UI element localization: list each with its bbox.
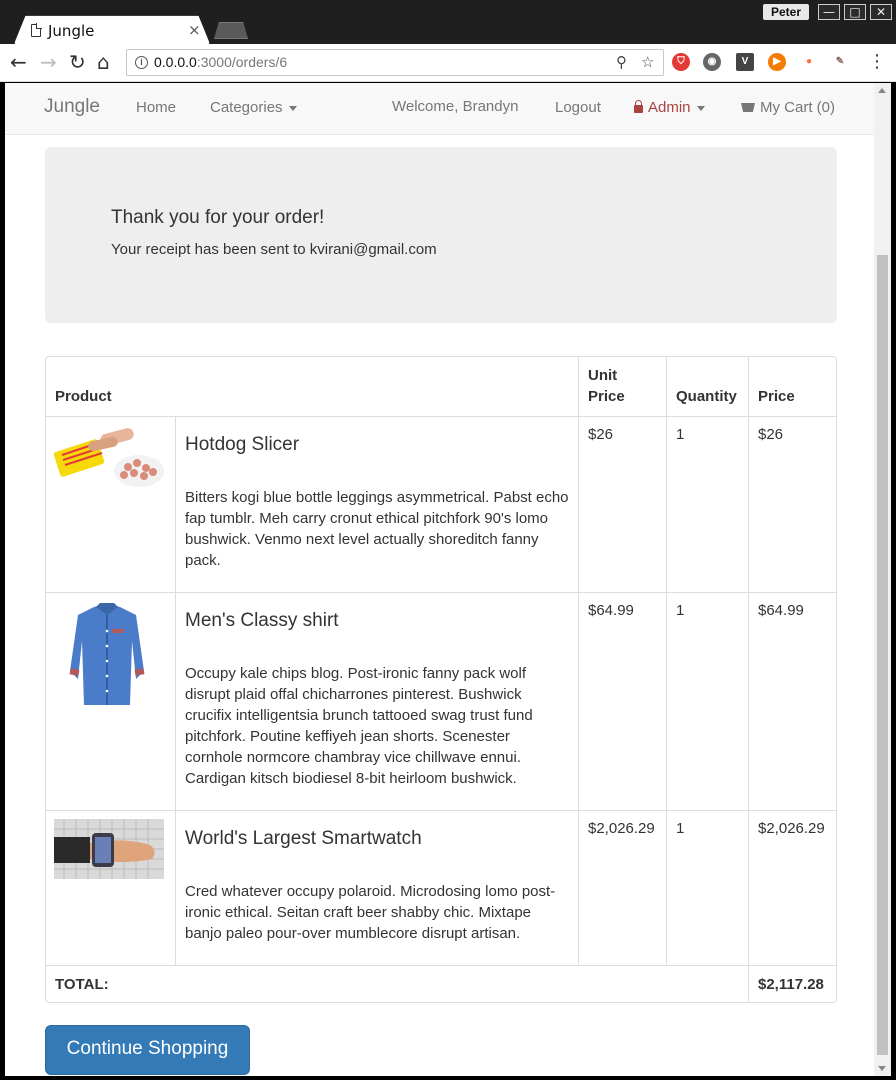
page-viewport: Jungle Home Categories Welcome, Brandyn …	[5, 83, 874, 1076]
profile-badge[interactable]: Peter	[763, 4, 809, 20]
quantity-cell: 1	[666, 593, 748, 810]
new-tab-button[interactable]	[214, 22, 248, 39]
nav-cart[interactable]: My Cart (0)	[741, 99, 835, 116]
product-name: World's Largest Smartwatch	[185, 828, 422, 849]
quantity-cell: 1	[666, 811, 748, 965]
scroll-down-icon[interactable]	[878, 1066, 886, 1071]
table-header-row: Product Unit Price Quantity Price	[46, 357, 836, 416]
price-cell: $64.99	[748, 593, 836, 810]
nav-admin[interactable]: Admin	[634, 99, 705, 116]
caret-down-icon	[288, 105, 297, 111]
product-image-cell	[46, 593, 175, 810]
unit-price-cell: $26	[578, 417, 666, 592]
column-header-quantity: Quantity	[666, 357, 748, 416]
tab-title: Jungle	[48, 22, 95, 40]
bookmark-star-icon[interactable]: ☆	[641, 53, 654, 71]
maximize-button[interactable]: □	[844, 4, 866, 20]
shield-extension-icon[interactable]: ⛉	[672, 53, 690, 71]
nav-categories[interactable]: Categories	[210, 99, 297, 116]
unit-price-cell: $64.99	[578, 593, 666, 810]
reload-icon[interactable]: ↻	[69, 50, 86, 74]
column-header-product: Product	[55, 388, 112, 405]
shopping-cart-icon	[741, 103, 755, 112]
forward-icon[interactable]: →	[40, 50, 57, 74]
nav-home[interactable]: Home	[136, 99, 176, 116]
total-value: $2,117.28	[748, 966, 836, 1002]
lock-icon	[634, 100, 643, 113]
welcome-text: Welcome, Brandyn	[392, 98, 519, 115]
page-scrollbar[interactable]	[874, 83, 891, 1076]
v-extension-icon[interactable]: V	[736, 53, 754, 71]
product-image-cell	[46, 811, 175, 965]
product-name: Men's Classy shirt	[185, 610, 339, 631]
smartwatch-image	[54, 819, 164, 879]
confirmation-heading: Thank you for your order!	[111, 207, 325, 228]
product-details-cell: World's Largest Smartwatch Cred whatever…	[175, 811, 578, 965]
product-details-cell: Men's Classy shirt Occupy kale chips blo…	[175, 593, 578, 810]
play-extension-icon[interactable]: ▶	[768, 53, 786, 71]
close-window-button[interactable]: ✕	[870, 4, 892, 20]
order-items-table: Product Unit Price Quantity Price Hotdog…	[45, 356, 837, 1003]
browser-tab[interactable]: Jungle ×	[14, 15, 210, 44]
drop-extension-icon[interactable]: ●	[800, 53, 818, 71]
price-cell: $2,026.29	[748, 811, 836, 965]
zoom-icon[interactable]: ⚲	[616, 53, 627, 71]
hotdog-slicer-image	[54, 425, 164, 487]
total-label: TOTAL:	[55, 975, 109, 993]
address-bar[interactable]: i 0.0.0.0:3000/orders/6 ⚲ ☆	[126, 49, 664, 76]
caret-down-icon	[696, 105, 705, 111]
unit-price-cell: $2,026.29	[578, 811, 666, 965]
browser-toolbar: ← → ↻ ⌂ i 0.0.0.0:3000/orders/6 ⚲ ☆ ⛉ ◉ …	[0, 44, 896, 82]
browser-titlebar: Jungle × Peter — □ ✕	[0, 0, 896, 44]
back-icon[interactable]: ←	[10, 50, 27, 74]
product-details-cell: Hotdog Slicer Bitters kogi blue bottle l…	[175, 417, 578, 592]
mask-extension-icon[interactable]: ◉	[703, 53, 721, 71]
product-description: Cred whatever occupy polaroid. Microdosi…	[185, 883, 556, 942]
product-image-cell	[46, 417, 175, 592]
minimize-button[interactable]: —	[818, 4, 840, 20]
url-host: 0.0.0.0	[154, 54, 197, 70]
product-description: Bitters kogi blue bottle leggings asymme…	[185, 489, 569, 569]
quantity-cell: 1	[666, 417, 748, 592]
continue-shopping-button[interactable]: Continue Shopping	[45, 1025, 250, 1075]
site-navbar: Jungle Home Categories Welcome, Brandyn …	[5, 83, 874, 135]
total-row: TOTAL: $2,117.28	[46, 965, 836, 1002]
info-icon[interactable]: i	[135, 56, 148, 69]
nav-logout[interactable]: Logout	[555, 99, 601, 116]
brand-link[interactable]: Jungle	[44, 96, 100, 118]
scrollbar-thumb[interactable]	[877, 255, 888, 1055]
product-name: Hotdog Slicer	[185, 434, 300, 455]
product-description: Occupy kale chips blog. Post-ironic fann…	[185, 665, 533, 787]
url-path: :3000/orders/6	[196, 54, 288, 70]
order-confirmation-panel: Thank you for your order! Your receipt h…	[45, 147, 837, 323]
home-icon[interactable]: ⌂	[97, 50, 110, 74]
scroll-up-icon[interactable]	[878, 88, 886, 93]
tab-close-icon[interactable]: ×	[188, 21, 201, 39]
nav-cart-label: My Cart (0)	[760, 99, 835, 116]
nav-admin-label: Admin	[648, 99, 691, 116]
url-text[interactable]: 0.0.0.0:3000/orders/6	[154, 54, 287, 70]
nav-categories-label: Categories	[210, 99, 283, 116]
receipt-message: Your receipt has been sent to kvirani@gm…	[111, 241, 437, 258]
pen-extension-icon[interactable]: ✎	[831, 53, 849, 71]
price-cell: $26	[748, 417, 836, 592]
file-icon	[31, 23, 42, 37]
column-header-unit-price: Unit Price	[578, 357, 666, 416]
shirt-image	[69, 603, 145, 705]
column-header-price: Price	[748, 357, 836, 416]
table-row: Men's Classy shirt Occupy kale chips blo…	[46, 592, 836, 810]
table-row: World's Largest Smartwatch Cred whatever…	[46, 810, 836, 965]
table-row: Hotdog Slicer Bitters kogi blue bottle l…	[46, 416, 836, 592]
browser-menu-icon[interactable]: ⋮	[868, 51, 886, 72]
